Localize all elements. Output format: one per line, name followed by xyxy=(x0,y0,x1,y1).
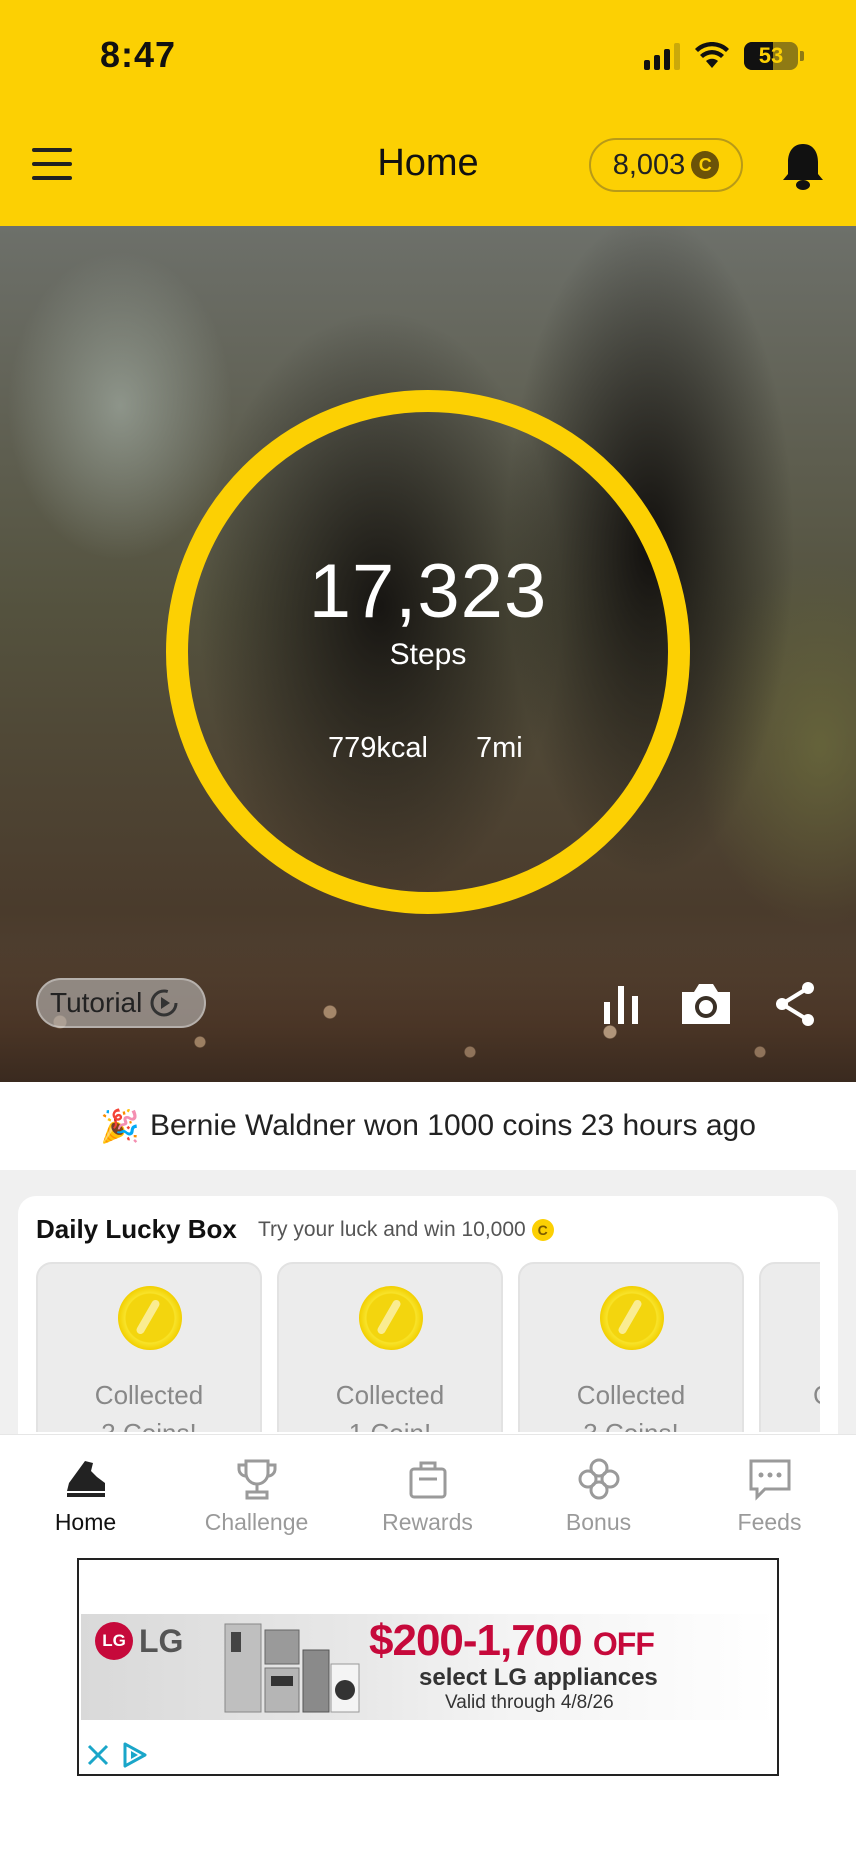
battery-tip xyxy=(800,51,804,61)
ad-headline-amount: $200-1,700 xyxy=(369,1616,583,1665)
lucky-box-amount: 3 Coins! xyxy=(520,1418,742,1432)
lucky-box-status: Collected xyxy=(335,1380,445,1410)
coin-balance[interactable]: 8,003 C xyxy=(589,138,743,192)
battery-icon: 53 xyxy=(744,42,798,70)
calories-value: 779kcal xyxy=(328,732,428,764)
lucky-box-status: Collected xyxy=(94,1380,204,1410)
status-icons: 53 xyxy=(644,38,804,74)
ad-creative[interactable]: LG LG $200-1,700 OFF select LG appliance… xyxy=(81,1614,777,1720)
lucky-box[interactable]: Collected 1 Coin! xyxy=(277,1262,503,1432)
lucky-box-status: Collected xyxy=(576,1380,686,1410)
replay-icon xyxy=(150,989,178,1017)
coin-icon xyxy=(118,1286,182,1350)
top-header: 8:47 53 Home 8,003 C xyxy=(0,0,856,226)
lg-logo: LG LG xyxy=(95,1622,183,1660)
lucky-box-subtitle-text: Try your luck and win 10,000 xyxy=(258,1218,526,1241)
party-popper-icon: 🎉 xyxy=(100,1108,140,1144)
share-icon[interactable] xyxy=(772,980,818,1028)
nav-challenge-label: Challenge xyxy=(204,1509,309,1535)
nav-challenge[interactable]: Challenge xyxy=(171,1435,342,1555)
clover-icon xyxy=(578,1458,620,1500)
tutorial-label: Tutorial xyxy=(50,987,143,1018)
cellular-signal-icon xyxy=(644,42,680,70)
nav-feeds[interactable]: Feeds xyxy=(684,1435,855,1555)
shopping-bag-icon xyxy=(409,1461,447,1499)
trophy-icon xyxy=(237,1459,277,1500)
nav-bonus-label: Bonus xyxy=(565,1509,632,1535)
nav-bonus[interactable]: Bonus xyxy=(513,1435,684,1555)
nav-rewards[interactable]: Rewards xyxy=(342,1435,513,1555)
nav-feeds-label: Feeds xyxy=(737,1509,802,1535)
step-counter-hero: 17,323 Steps 779kcal 7mi Tutorial xyxy=(0,226,856,1082)
step-count: 17,323 xyxy=(308,549,548,634)
bar-chart-icon[interactable] xyxy=(602,982,640,1026)
coin-icon: C xyxy=(531,1219,554,1241)
wifi-icon xyxy=(695,42,729,68)
lucky-box[interactable]: Collected 3 Coins! xyxy=(518,1262,744,1432)
lucky-box-list: Collected 3 Coins! Collected 1 Coin! Col… xyxy=(36,1262,820,1432)
bottom-navigation: Home Challenge Rewards Bonus Feeds xyxy=(0,1434,856,1554)
lucky-box-subtitle: Try your luck and win 10,000 C xyxy=(258,1218,554,1242)
lucky-box-amount: 3 Coins! xyxy=(38,1418,260,1432)
lucky-box-amount: 1 Coin! xyxy=(279,1418,501,1432)
ad-headline: $200-1,700 OFF xyxy=(369,1616,655,1666)
appliances-image xyxy=(224,1623,360,1713)
steps-label: Steps xyxy=(389,638,467,671)
lg-logo-mark: LG xyxy=(95,1622,133,1660)
camera-icon[interactable] xyxy=(678,980,734,1028)
coin-icon: C xyxy=(691,151,720,179)
status-time: 8:47 xyxy=(100,34,177,75)
ad-headline-suffix: OFF xyxy=(592,1626,655,1662)
advertisement-banner[interactable]: LG LG $200-1,700 OFF select LG appliance… xyxy=(77,1558,779,1776)
tutorial-button[interactable]: Tutorial xyxy=(36,978,206,1028)
ad-valid-text: Valid through 4/8/26 xyxy=(445,1692,614,1713)
lucky-box-status: C xyxy=(761,1380,820,1411)
ad-subline: select LG appliances xyxy=(419,1664,658,1691)
nav-rewards-label: Rewards xyxy=(382,1509,473,1535)
shoe-icon xyxy=(67,1461,105,1497)
lucky-box-title: Daily Lucky Box xyxy=(36,1214,237,1244)
bell-icon[interactable] xyxy=(779,140,827,192)
winner-banner: 🎉 Bernie Waldner won 1000 coins 23 hours… xyxy=(0,1082,856,1170)
lucky-box[interactable]: Collected 3 Coins! xyxy=(36,1262,262,1432)
chat-bubble-icon xyxy=(749,1459,791,1501)
winner-text: Bernie Waldner won 1000 coins 23 hours a… xyxy=(149,1109,756,1142)
close-icon[interactable] xyxy=(83,1740,113,1770)
battery-level: 53 xyxy=(758,43,784,68)
adchoices-icon[interactable] xyxy=(119,1740,149,1770)
lg-brand-text: LG xyxy=(139,1622,184,1659)
nav-home[interactable]: Home xyxy=(0,1435,171,1555)
nav-home-label: Home xyxy=(54,1509,117,1535)
coin-balance-value: 8,003 xyxy=(612,148,686,181)
coin-icon xyxy=(600,1286,664,1350)
distance-value: 7mi xyxy=(476,732,523,764)
coin-icon xyxy=(359,1286,423,1350)
lucky-box[interactable]: C xyxy=(759,1262,820,1432)
